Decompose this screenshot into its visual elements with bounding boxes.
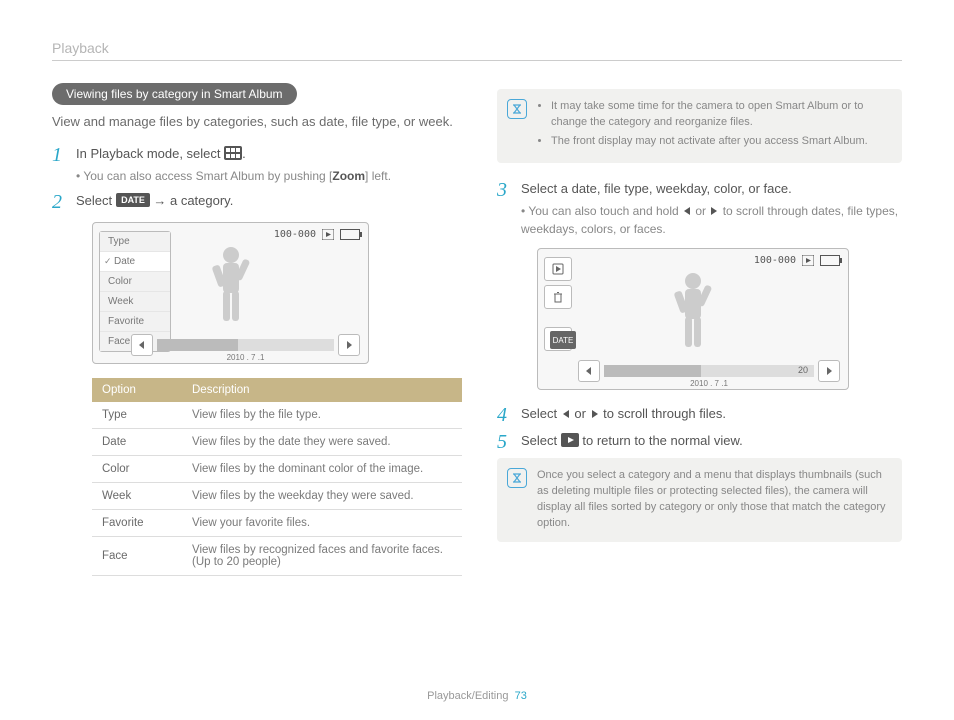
subsection-pill: Viewing files by category in Smart Album	[52, 83, 297, 105]
table-cell-option: Type	[92, 402, 182, 429]
camera-screenshot-2: DATE 100-000 20 2010 . 7 .1	[537, 248, 849, 390]
timeline-count: 20	[798, 365, 808, 375]
intro-paragraph: View and manage files by categories, suc…	[52, 113, 457, 132]
step-text: Select	[521, 406, 561, 421]
table-row: DateView files by the date they were sav…	[92, 429, 462, 456]
table-cell-option: Color	[92, 456, 182, 483]
step-4: 4 Select or to scroll through files.	[497, 404, 902, 425]
battery-icon	[340, 229, 360, 240]
rule	[52, 60, 902, 61]
scroll-left-button[interactable]	[131, 334, 153, 356]
note-text: Once you select a category and a menu th…	[537, 469, 886, 529]
step-sub: You can also access Smart Album by pushi…	[83, 169, 332, 183]
step-number: 2	[52, 191, 66, 212]
playback-mode-button[interactable]	[544, 257, 572, 281]
table-row: ColorView files by the dominant color of…	[92, 456, 462, 483]
step-text: → a category.	[150, 193, 234, 208]
note-icon	[507, 468, 527, 488]
table-row: WeekView files by the weekday they were …	[92, 483, 462, 510]
step-2: 2 Select DATE → a category.	[52, 191, 457, 212]
table-cell-option: Week	[92, 483, 182, 510]
table-cell-description: View files by the dominant color of the …	[182, 456, 462, 483]
note-bullet: The front display may not activate after…	[551, 134, 890, 150]
table-row: TypeView files by the file type.	[92, 402, 462, 429]
svg-text:DATE: DATE	[121, 195, 145, 205]
timeline-track[interactable]: 20 2010 . 7 .1	[604, 365, 814, 377]
table-cell-description: View files by the weekday they were save…	[182, 483, 462, 510]
play-icon	[802, 255, 814, 266]
note-bullet: It may take some time for the camera to …	[551, 99, 890, 131]
step-text: Select	[76, 193, 116, 208]
date-chip[interactable]: DATE	[550, 331, 576, 349]
step-text: Select a date, file type, weekday, color…	[521, 179, 902, 199]
table-cell-option: Face	[92, 537, 182, 576]
step-text: or	[571, 406, 590, 421]
page-footer: Playback/Editing 73	[0, 690, 954, 702]
timeline-date-label: 2010 . 7 .1	[690, 379, 728, 388]
silhouette-icon	[663, 267, 723, 362]
category-option-week[interactable]: Week	[100, 292, 170, 312]
thumbnail-grid-icon	[224, 146, 242, 160]
table-header-option: Option	[92, 378, 182, 402]
caret-right-icon	[590, 406, 600, 421]
step-text: Select	[521, 433, 561, 448]
category-option-type[interactable]: Type	[100, 232, 170, 252]
step-1: 1 In Playback mode, select . You can als…	[52, 144, 457, 186]
step-sub: You can also touch and hold	[528, 204, 682, 218]
note-icon	[507, 99, 527, 119]
section-header: Playback	[52, 40, 902, 60]
camera-screenshot-1: Type Date Color Week Favorite Face 100-0…	[92, 222, 369, 364]
category-option-date[interactable]: Date	[100, 252, 170, 272]
zoom-label: Zoom	[332, 169, 365, 183]
scroll-right-button[interactable]	[338, 334, 360, 356]
step-sub: or	[692, 204, 709, 218]
table-cell-description: View files by the date they were saved.	[182, 429, 462, 456]
file-counter: 100-000	[274, 229, 316, 240]
timeline-date-label: 2010 . 7 .1	[227, 353, 265, 362]
silhouette-icon	[201, 241, 261, 336]
step-text: .	[242, 146, 246, 161]
date-chip-icon: DATE	[116, 193, 150, 207]
page-number: 73	[515, 690, 527, 702]
caret-left-icon	[561, 406, 571, 421]
play-icon	[322, 229, 334, 240]
table-cell-description: View files by recognized faces and favor…	[182, 537, 462, 576]
timeline-track[interactable]: 2010 . 7 .1	[157, 339, 334, 351]
category-option-color[interactable]: Color	[100, 272, 170, 292]
step-3: 3 Select a date, file type, weekday, col…	[497, 179, 902, 239]
right-column: It may take some time for the camera to …	[497, 83, 902, 576]
table-cell-description: View your favorite files.	[182, 510, 462, 537]
step-number: 4	[497, 404, 511, 425]
footer-section: Playback/Editing	[427, 690, 508, 702]
delete-button[interactable]	[544, 285, 572, 309]
table-cell-option: Date	[92, 429, 182, 456]
scroll-left-button[interactable]	[578, 360, 600, 382]
step-text: to scroll through files.	[600, 406, 726, 421]
caret-right-icon	[709, 204, 719, 218]
note-box-2: Once you select a category and a menu th…	[497, 458, 902, 542]
category-option-favorite[interactable]: Favorite	[100, 312, 170, 332]
file-counter: 100-000	[754, 255, 796, 266]
table-header-description: Description	[182, 378, 462, 402]
scroll-right-button[interactable]	[818, 360, 840, 382]
step-number: 5	[497, 431, 511, 452]
table-row: FavoriteView your favorite files.	[92, 510, 462, 537]
left-column: Viewing files by category in Smart Album…	[52, 83, 457, 576]
single-play-icon	[561, 433, 579, 447]
step-sub: ] left.	[365, 169, 391, 183]
step-5: 5 Select to return to the normal view.	[497, 431, 902, 452]
step-number: 3	[497, 179, 511, 200]
table-cell-description: View files by the file type.	[182, 402, 462, 429]
step-text: In Playback mode, select	[76, 146, 224, 161]
step-text: to return to the normal view.	[579, 433, 743, 448]
table-cell-option: Favorite	[92, 510, 182, 537]
caret-left-icon	[682, 204, 692, 218]
battery-icon	[820, 255, 840, 266]
options-table: Option Description TypeView files by the…	[92, 378, 462, 576]
step-number: 1	[52, 144, 66, 165]
note-box-1: It may take some time for the camera to …	[497, 89, 902, 163]
table-row: FaceView files by recognized faces and f…	[92, 537, 462, 576]
